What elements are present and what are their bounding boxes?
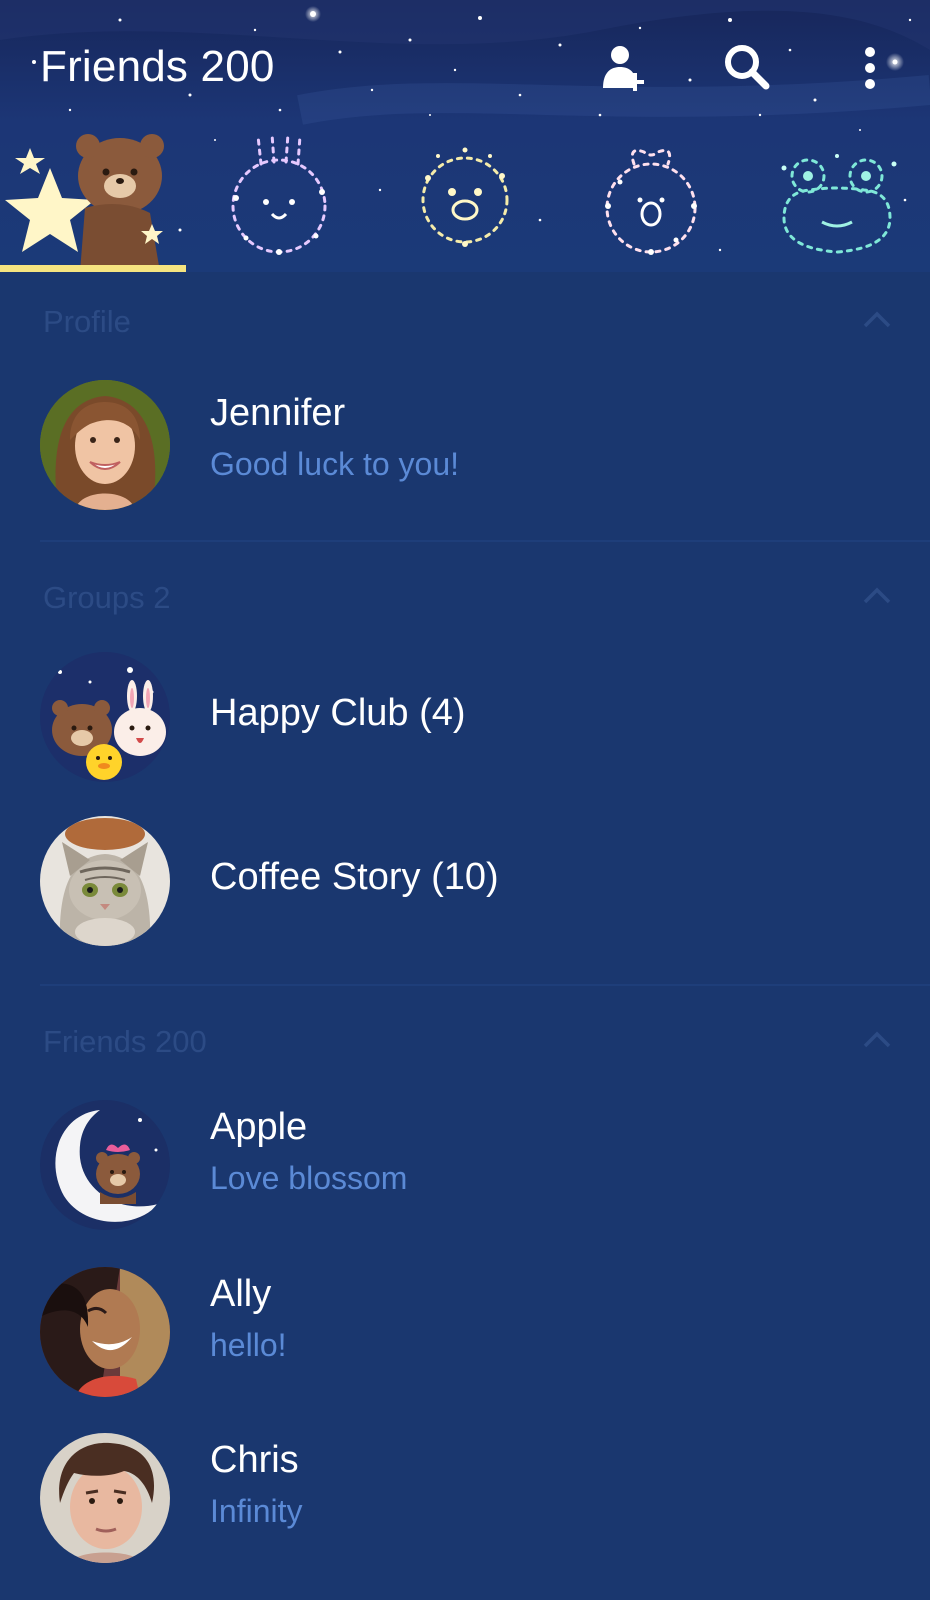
header: Friends 200 xyxy=(0,0,930,272)
section-title: Profile xyxy=(43,304,131,339)
rabbit-constellation-icon xyxy=(231,132,327,255)
add-friend-icon[interactable] xyxy=(595,38,655,98)
section-header-profile[interactable]: Profile xyxy=(0,290,930,350)
list-item-chris[interactable]: Chris Infinity xyxy=(0,1423,930,1573)
contact-name: Chris xyxy=(210,1439,299,1481)
selected-tab-indicator xyxy=(0,265,186,272)
list-item-jennifer[interactable]: Jennifer Good luck to you! xyxy=(0,370,930,520)
tab-choco-bear-constellation[interactable] xyxy=(558,128,744,272)
list-item-coffee-story[interactable]: Coffee Story (10) xyxy=(0,806,930,956)
theme-tabs xyxy=(0,128,930,272)
avatar xyxy=(40,1433,170,1563)
status-message: Infinity xyxy=(210,1493,303,1529)
group-name: Coffee Story (10) xyxy=(210,856,499,898)
group-avatar xyxy=(40,816,170,946)
contact-name: Jennifer xyxy=(210,392,346,434)
section-header-groups[interactable]: Groups 2 xyxy=(0,566,930,626)
chevron-up-icon[interactable] xyxy=(862,584,892,608)
divider xyxy=(40,984,930,986)
status-message: hello! xyxy=(210,1327,287,1363)
brown-bear-star-icon xyxy=(5,134,164,272)
tab-sally-chick-constellation[interactable] xyxy=(372,128,558,272)
avatar xyxy=(40,1267,170,1397)
group-avatar xyxy=(40,652,170,782)
tab-leonard-frog-constellation[interactable] xyxy=(744,128,930,272)
app-bar: Friends 200 xyxy=(0,0,930,130)
list-item-apple[interactable]: Apple Love blossom xyxy=(0,1090,930,1240)
page-title: Friends 200 xyxy=(40,42,275,91)
section-header-friends[interactable]: Friends 200 xyxy=(0,1010,930,1070)
avatar xyxy=(40,380,170,510)
friends-screen: Friends 200 Profile Jennifer Good luck t… xyxy=(0,0,930,1600)
friends-list: Profile Jennifer Good luck to you! Group… xyxy=(0,272,930,1600)
status-message: Love blossom xyxy=(210,1160,408,1196)
contact-name: Ally xyxy=(210,1273,272,1315)
section-title: Friends 200 xyxy=(43,1024,207,1059)
tab-brown-bear-star[interactable] xyxy=(0,128,186,272)
chevron-up-icon[interactable] xyxy=(862,308,892,332)
list-item-ally[interactable]: Ally hello! xyxy=(0,1257,930,1407)
status-message: Good luck to you! xyxy=(210,446,460,482)
section-title: Groups 2 xyxy=(43,580,171,615)
choco-constellation-icon xyxy=(605,149,697,255)
chevron-up-icon[interactable] xyxy=(862,1028,892,1052)
list-item-happy-club[interactable]: Happy Club (4) xyxy=(0,642,930,792)
search-icon[interactable] xyxy=(718,38,778,98)
group-name: Happy Club (4) xyxy=(210,692,466,734)
avatar xyxy=(40,1100,170,1230)
more-vert-icon[interactable] xyxy=(840,38,900,98)
contact-name: Apple xyxy=(210,1106,308,1148)
divider xyxy=(40,540,930,542)
chick-constellation-icon xyxy=(421,147,509,247)
tab-cony-rabbit-constellation[interactable] xyxy=(186,128,372,272)
frog-constellation-icon xyxy=(781,154,897,254)
